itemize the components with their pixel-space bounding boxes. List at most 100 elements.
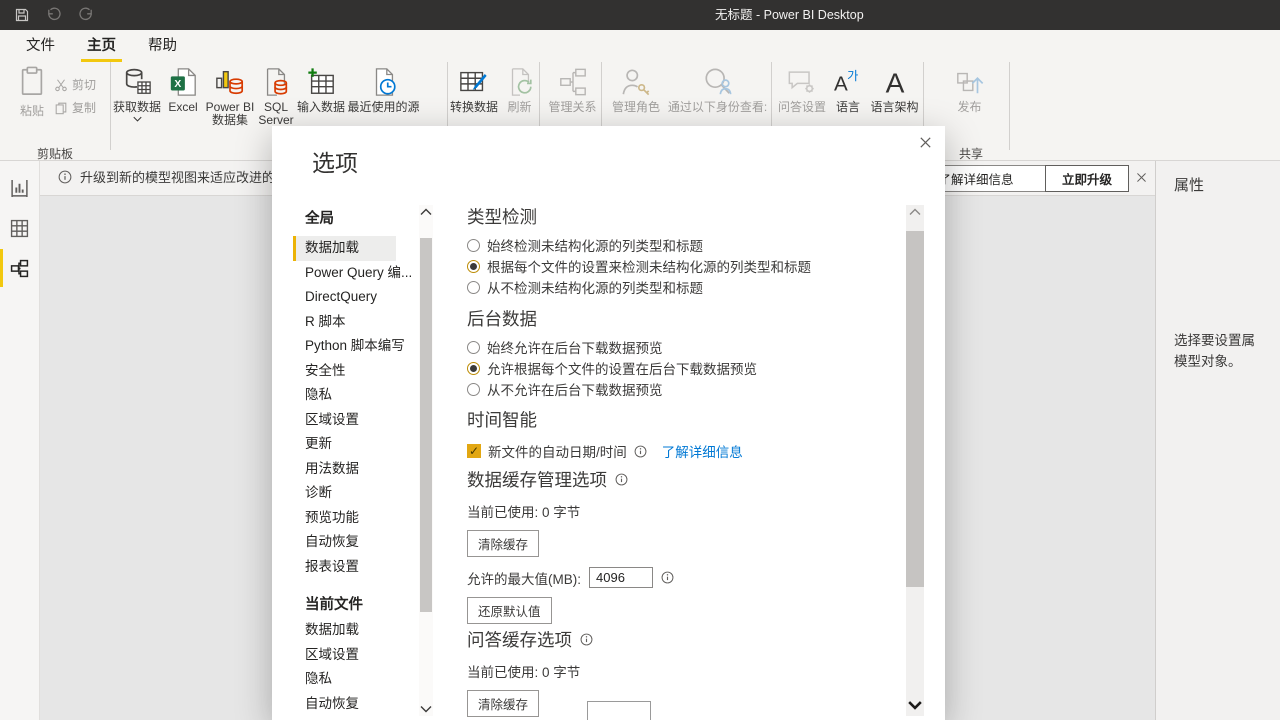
data-view-icon [10,219,29,238]
radio-option[interactable]: 始终允许在后台下载数据预览 [467,340,757,354]
content-scrollbar[interactable] [906,205,924,716]
sidebar-global-items: 数据加载Power Query 编...DirectQuery R 脚本 Pytho… [293,236,419,579]
qa-settings-icon [787,67,817,97]
section-title: 时间智能 [467,407,743,432]
ribbon-button-label: SQL Server [258,101,293,127]
learn-more-link[interactable]: 了解详细信息 [662,441,743,461]
view-navigation [0,160,40,720]
sidebar-item-label: Python 脚本编写 [305,338,405,353]
radio-option[interactable]: 从不允许在后台下载数据预览 [467,382,757,396]
dialog-content: 类型检测 始终检测未结构化源的列类型和标题 根据每个文件的设置来检测未结构化源的… [467,196,907,720]
sidebar-item[interactable]: Power Query 编... [293,261,396,286]
sidebar-item-label: 更新 [305,436,332,451]
copy-button[interactable]: 复制 [54,99,96,116]
sidebar-item[interactable]: 报表设置 [293,555,396,580]
radio-option[interactable]: 从不检测未结构化源的列类型和标题 [467,280,811,294]
sidebar-item-label: 自动恢复 [305,696,359,711]
sidebar-item-label: 自动恢复 [305,534,359,549]
sidebar-scrollbar[interactable] [419,205,433,716]
linguistic-schema-icon: A [880,67,910,97]
scrollbar-thumb[interactable] [906,231,924,587]
sidebar-item[interactable]: Python 脚本编写 [293,334,396,359]
sidebar-item[interactable]: 用法数据 [293,457,396,482]
scrollbar-thumb[interactable] [420,238,432,612]
excel-icon: X [168,67,198,97]
redo-icon[interactable] [78,7,94,23]
clear-cache-button[interactable]: 清除缓存 [467,690,539,717]
restore-default-button[interactable]: 还原默认值 [467,597,552,624]
sidebar-item[interactable]: 隐私 [293,667,396,692]
radio-icon [467,362,480,375]
ribbon-button-label: 最近使用的源 [347,101,419,114]
ribbon-button-label: 转换数据 [450,101,498,114]
recent-sources-icon [369,67,399,97]
upgrade-now-button[interactable]: 立即升级 [1045,165,1129,192]
radio-option[interactable]: 始终检测未结构化源的列类型和标题 [467,238,811,252]
sidebar-item[interactable]: 更新 [293,432,396,457]
ribbon-button[interactable]: X Excel [163,62,203,150]
section-qa-cache: 问答缓存选项 当前已使用: 0 字节 清除缓存 [467,627,593,717]
info-icon [58,170,72,184]
section-time-intelligence: 时间智能 新文件的自动日期/时间 了解详细信息 [467,407,743,461]
sidebar-item[interactable]: 自动恢复 [293,692,396,717]
transform-data-icon [459,67,489,97]
sidebar-item[interactable]: 隐私 [293,383,396,408]
cut-button[interactable]: 剪切 [54,76,96,93]
info-icon [615,473,628,486]
close-icon[interactable] [1135,171,1148,184]
undo-icon[interactable] [46,7,62,23]
sidebar-item[interactable]: 预览功能 [293,506,396,531]
dialog-sidebar: 全局 数据加载Power Query 编...DirectQueryR 脚本Py… [293,201,419,716]
properties-hint-line1: 选择要设置属 [1174,333,1255,348]
sidebar-item[interactable]: R 脚本 [293,310,396,335]
refresh-icon [505,67,535,97]
radio-option[interactable]: 允许根据每个文件的设置在后台下载数据预览 [467,361,757,375]
chevron-down-icon[interactable] [908,700,922,710]
chevron-up-icon[interactable] [420,208,432,216]
sidebar-item[interactable]: DirectQuery [293,285,396,310]
clipboard-icon [17,66,47,96]
publish-icon [955,67,985,97]
background-data-options: 始终允许在后台下载数据预览 允许根据每个文件的设置在后台下载数据预览 从不允许在… [467,340,757,396]
menu-item-label: 主页 [87,38,116,54]
sidebar-item[interactable]: 区域设置 [293,643,396,668]
checkbox-label: 新文件的自动日期/时间 [488,441,627,461]
sidebar-item[interactable]: 诊断 [293,481,396,506]
properties-hint: 选择要设置属 模型对象。 [1174,330,1280,372]
menu-item[interactable]: 主页 [75,30,128,62]
section-type-detection: 类型检测 始终检测未结构化源的列类型和标题 根据每个文件的设置来检测未结构化源的… [467,204,811,294]
share-group-label: 共享 [941,145,1001,162]
sidebar-item[interactable]: 自动恢复 [293,530,396,555]
sidebar-item-label: R 脚本 [305,314,346,329]
save-icon[interactable] [14,7,30,23]
sidebar-item[interactable]: 区域设置 [293,408,396,433]
radio-option[interactable]: 根据每个文件的设置来检测未结构化源的列类型和标题 [467,259,811,273]
ribbon-button-label: 管理角色 [612,101,660,114]
ribbon-button[interactable]: 发布 [950,62,1010,150]
sidebar-current-file-items: 数据加载区域设置隐私自动恢复 [293,618,419,716]
chevron-down-icon[interactable] [420,705,432,713]
view-nav-item[interactable] [0,248,39,288]
menu-item[interactable]: 帮助 [136,30,189,62]
sidebar-item[interactable]: 数据加载 [293,618,396,643]
clear-cache-button[interactable]: 清除缓存 [467,530,539,557]
radio-icon [467,341,480,354]
sidebar-item-label: 用法数据 [305,461,359,476]
menu-item[interactable]: 文件 [14,30,67,62]
paste-button[interactable]: 粘贴 [10,66,54,118]
checkbox-checked-icon[interactable] [467,444,481,458]
sidebar-item-label: 诊断 [305,485,332,500]
ribbon-button[interactable]: 获取数据 [111,62,163,150]
qa-max-input-partial[interactable] [587,701,651,720]
ribbon-button[interactable]: Power BI 数据集 [203,62,257,150]
close-icon[interactable] [918,135,933,150]
sidebar-item[interactable]: 安全性 [293,359,396,384]
max-cache-input[interactable] [589,567,653,588]
clipboard-group: 粘贴 剪切 复制 [0,62,111,150]
view-nav-item[interactable] [0,208,39,248]
view-nav-item[interactable] [0,168,39,208]
ribbon-button-label: 通过以下身份查看: [668,101,767,114]
chevron-up-icon[interactable] [909,208,921,216]
sidebar-item[interactable]: 数据加载 [293,236,396,261]
properties-hint-line2: 模型对象。 [1174,354,1242,369]
